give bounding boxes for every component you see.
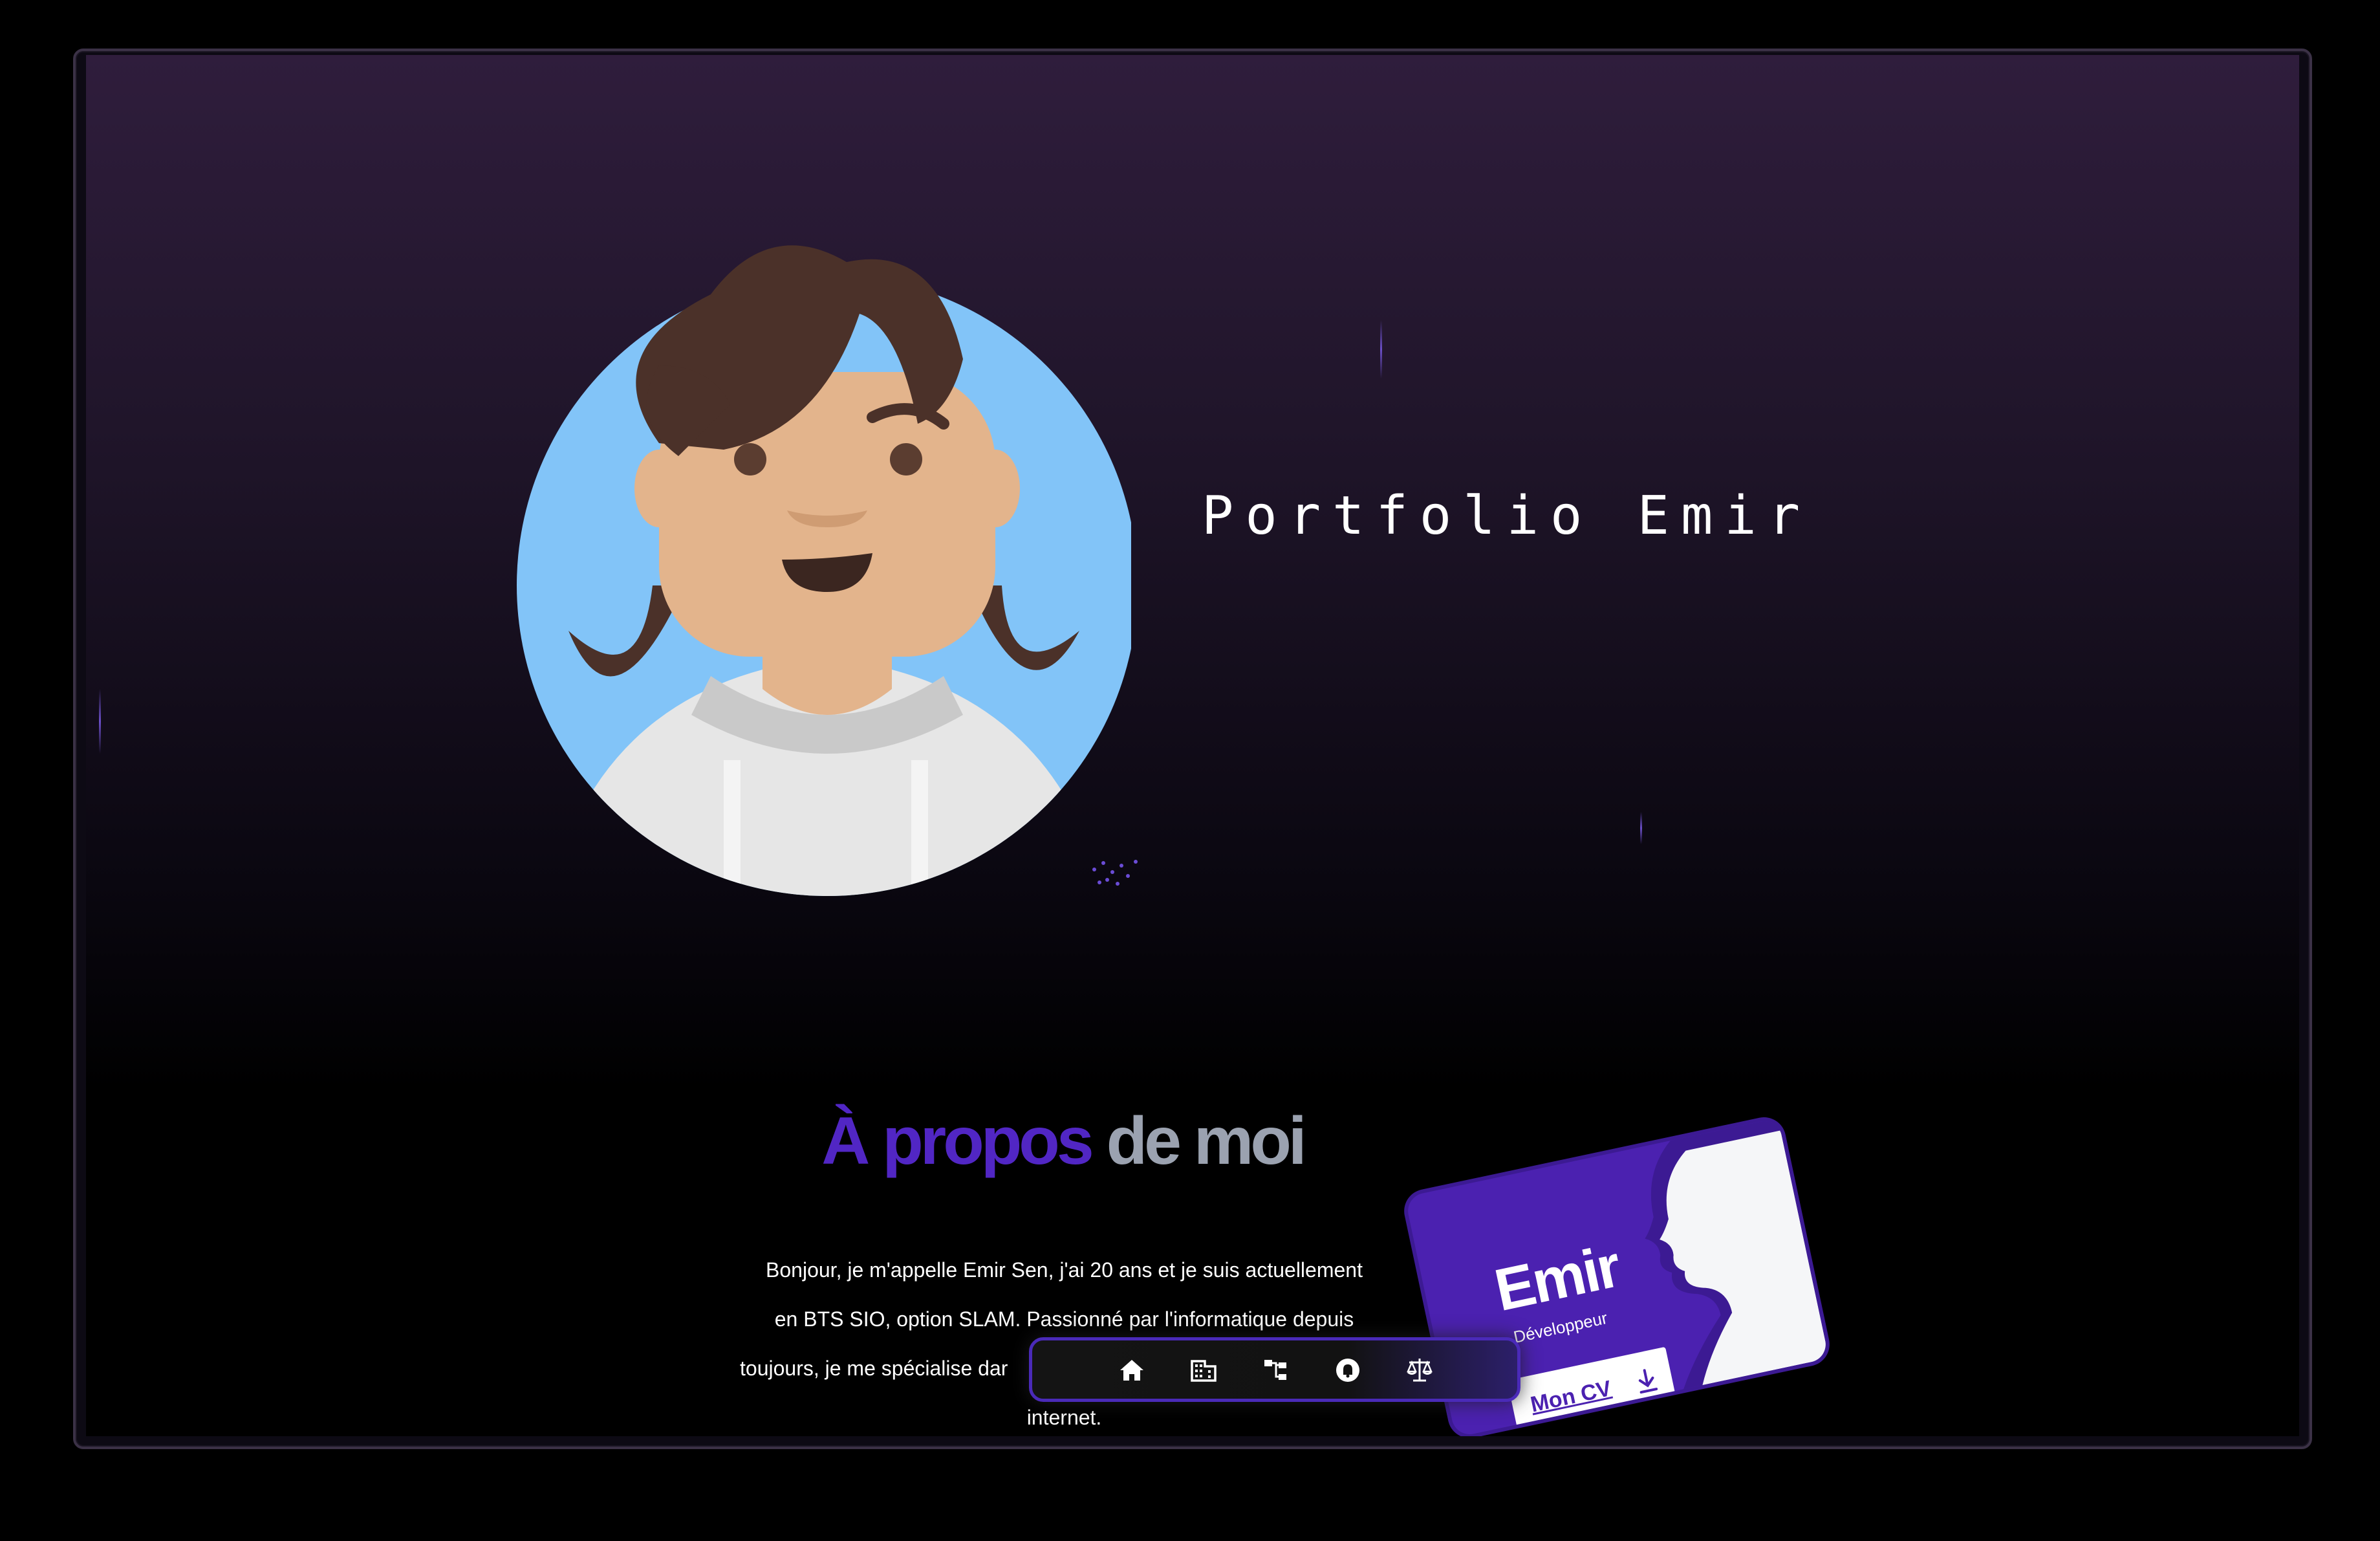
building-icon: [1191, 1360, 1217, 1382]
avatar-illustration: [517, 245, 1131, 896]
nav-watch[interactable]: [1330, 1352, 1366, 1388]
cv-download-label[interactable]: Mon CV: [1528, 1376, 1614, 1417]
bottom-nav-dock: [1029, 1337, 1520, 1402]
about-line: Bonjour, je m'appelle Emir Sen, j'ai 20 …: [766, 1258, 1363, 1282]
light-streak: [1380, 320, 1382, 378]
home-icon: [1120, 1360, 1143, 1381]
about-line: en BTS SIO, option SLAM. Passionné par l…: [774, 1307, 1354, 1331]
light-streak: [99, 689, 101, 754]
download-icon: [1638, 1369, 1658, 1394]
cv-download-button[interactable]: Mon CV: [1507, 1346, 1678, 1436]
nav-projects[interactable]: [1258, 1352, 1294, 1388]
nav-home[interactable]: [1114, 1352, 1150, 1388]
page-viewport[interactable]: Portfolio Emir À propos de moi Bonjour, …: [86, 55, 2299, 1436]
balance-scale-icon: [1407, 1359, 1433, 1382]
sitemap-icon: [1264, 1360, 1286, 1380]
browser-window: Portfolio Emir À propos de moi Bonjour, …: [73, 49, 2312, 1449]
light-streak: [1640, 812, 1642, 844]
about-heading-rest: de moi: [1106, 1104, 1307, 1179]
hero-title: Portfolio Emir: [1202, 485, 1812, 547]
bell-icon: [1336, 1359, 1359, 1382]
about-heading-accent: À propos: [821, 1104, 1094, 1179]
nav-experience[interactable]: [1185, 1352, 1222, 1388]
about-heading: À propos de moi: [733, 1103, 1392, 1180]
nav-legal[interactable]: [1401, 1352, 1438, 1388]
